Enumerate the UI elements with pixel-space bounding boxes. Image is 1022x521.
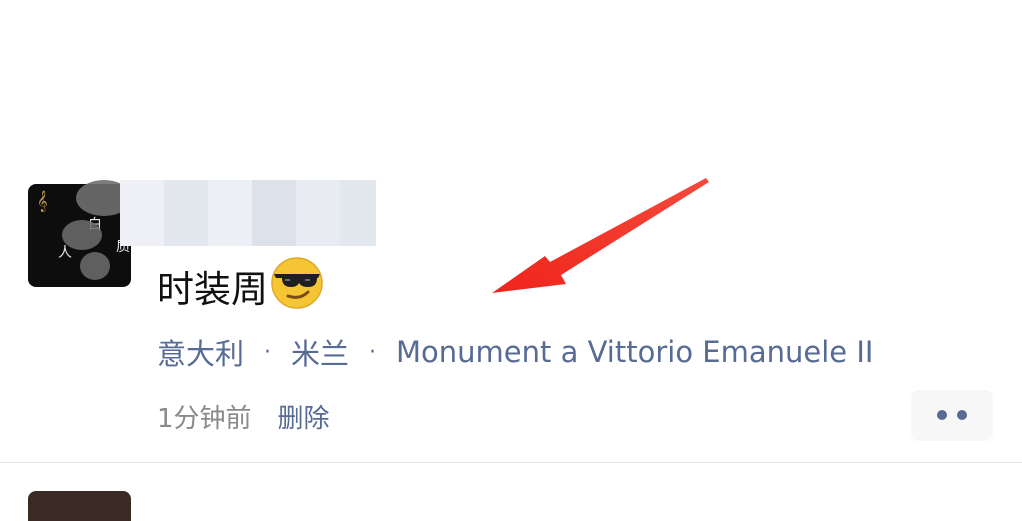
location-city[interactable]: 米兰 bbox=[291, 331, 349, 373]
more-dots-icon bbox=[957, 410, 967, 420]
post-divider bbox=[0, 462, 1022, 463]
post-meta: 1分钟前 删除 bbox=[157, 396, 330, 436]
post-content: 时装周 bbox=[157, 256, 324, 324]
more-dots-icon bbox=[937, 410, 947, 420]
location-separator: · bbox=[369, 339, 377, 365]
delete-button[interactable]: 删除 bbox=[278, 398, 330, 435]
more-actions-button[interactable] bbox=[911, 390, 993, 441]
location-country[interactable]: 意大利 bbox=[157, 331, 244, 373]
redaction-smudge bbox=[80, 252, 110, 280]
smirking-sunglasses-emoji bbox=[270, 256, 324, 324]
location-separator: · bbox=[264, 339, 272, 365]
post-timestamp: 1分钟前 bbox=[157, 403, 252, 434]
post-text: 时装周 bbox=[157, 268, 268, 311]
post-location[interactable]: 意大利 · 米兰 · Monument a Vittorio Emanuele … bbox=[157, 330, 873, 374]
moments-post: 𝄞 白 质 人 时装周 意大利 bbox=[0, 0, 1022, 463]
redaction-smudge bbox=[62, 220, 102, 250]
username-redacted[interactable] bbox=[120, 180, 376, 246]
location-place[interactable]: Monument a Vittorio Emanuele II bbox=[396, 335, 873, 369]
next-post-avatar[interactable] bbox=[28, 491, 131, 521]
